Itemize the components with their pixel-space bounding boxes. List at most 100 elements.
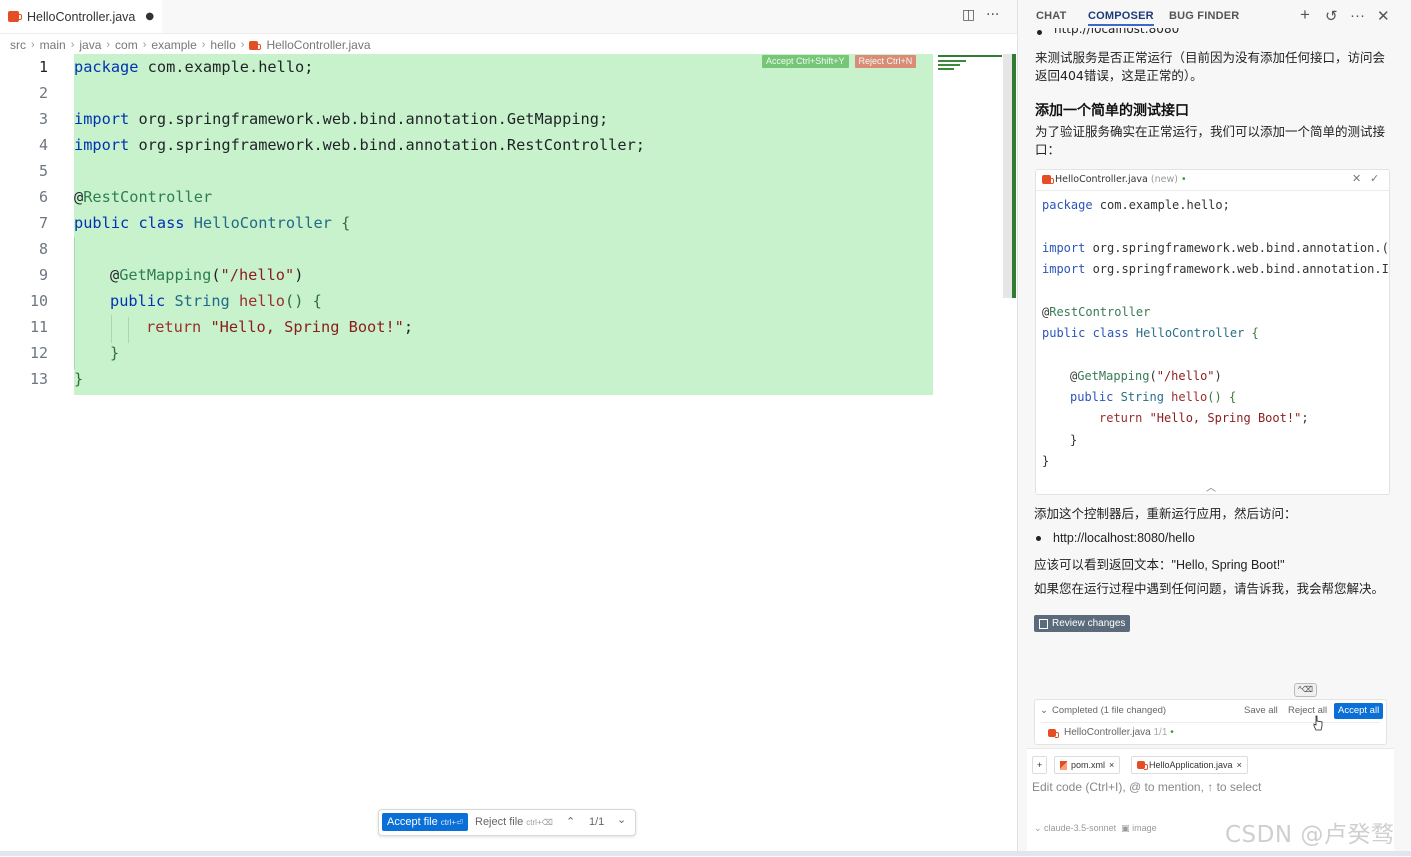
tab-composer[interactable]: COMPOSER: [1088, 10, 1154, 26]
code-text: public class HelloController {: [74, 214, 351, 232]
line-number: 5: [38, 162, 48, 180]
line-number: 6: [38, 188, 48, 206]
tab-chat[interactable]: CHAT: [1036, 10, 1067, 22]
chevron-right-icon: ›: [31, 39, 35, 51]
code-text: }: [74, 370, 84, 388]
chevron-down-icon[interactable]: ⌄: [617, 811, 626, 829]
breadcrumb-item[interactable]: com: [115, 38, 138, 52]
model-selector[interactable]: ⌄ claude-3.5-sonnet ▣ image: [1034, 823, 1157, 834]
shortcut-tooltip: ^⌫: [1294, 683, 1318, 697]
review-icon: [1039, 618, 1048, 629]
code-card-header: HelloController.java (new) • ✕ ✓: [1036, 170, 1389, 191]
collapse-chevron-icon[interactable]: ︿: [1206, 479, 1216, 494]
breadcrumb-item[interactable]: java: [79, 38, 101, 52]
code-text: return "Hello, Spring Boot!";: [146, 318, 414, 336]
image-icon[interactable]: ▣: [1121, 823, 1130, 833]
line-number: 7: [38, 214, 48, 232]
composer-input[interactable]: Edit code (Ctrl+I), @ to mention, ↑ to s…: [1032, 780, 1261, 794]
code-line: 9 @GetMapping("/hello"): [0, 262, 935, 288]
chevron-right-icon: ›: [240, 39, 245, 51]
more-actions-icon[interactable]: ···: [986, 7, 999, 23]
changed-file-item[interactable]: HelloController.java 1/1 •: [1064, 727, 1174, 738]
accept-all-button[interactable]: Accept all: [1334, 703, 1384, 719]
code-text: import org.springframework.web.bind.anno…: [74, 110, 609, 128]
code-line: return "Hello, Spring Boot!";: [1099, 411, 1309, 425]
tab-label: HelloController.java: [27, 9, 136, 24]
plus-icon[interactable]: +: [1300, 5, 1310, 25]
history-icon[interactable]: ↺: [1325, 7, 1338, 25]
paragraph: 应该可以看到返回文本："Hello, Spring Boot!": [1034, 558, 1285, 572]
breadcrumb-item[interactable]: example: [151, 38, 196, 52]
chevron-right-icon: ›: [70, 39, 75, 51]
chip-label: HelloApplication.java: [1149, 760, 1233, 770]
code-line: 10 public String hello() {: [0, 288, 935, 314]
code-line: 6 @RestController: [0, 184, 935, 210]
chevron-right-icon: ›: [142, 39, 147, 51]
code-line: public class HelloController {: [1042, 326, 1259, 340]
split-editor-icon[interactable]: ◫: [962, 7, 975, 23]
add-context-button[interactable]: +: [1032, 756, 1048, 774]
code-text: import org.springframework.web.bind.anno…: [74, 136, 645, 154]
line-number: 12: [29, 344, 48, 362]
line-number: 13: [29, 370, 48, 388]
code-card-filename[interactable]: HelloController.java (new) •: [1055, 174, 1187, 185]
list-item: http://localhost:8080: [1035, 28, 1179, 40]
java-file-icon: [249, 40, 262, 50]
code-line: 12}: [0, 340, 935, 366]
breadcrumb: src › main › java › com › example › hello › He…: [10, 36, 371, 54]
breadcrumb-item[interactable]: main: [40, 38, 66, 52]
code-line: @GetMapping("/hello"): [1070, 369, 1222, 383]
more-icon[interactable]: ···: [1350, 7, 1365, 24]
java-file-icon: [1048, 729, 1059, 738]
reject-file-button[interactable]: Reject file ctrl+⌫: [475, 813, 553, 831]
paragraph: 如果您在运行过程中遇到任何问题，请告诉我，我会帮您解决。: [1034, 582, 1385, 596]
tab-bug-finder[interactable]: BUG FINDER: [1169, 10, 1239, 22]
java-file-icon: [1137, 761, 1148, 770]
breadcrumb-item[interactable]: src: [10, 38, 26, 52]
watermark: CSDN @卢癸骛: [1225, 822, 1395, 848]
accept-check-icon[interactable]: ✓: [1370, 172, 1379, 185]
line-number: 10: [29, 292, 48, 310]
status-bar: [0, 851, 1411, 856]
accept-file-button[interactable]: Accept file ctrl+⏎: [382, 813, 468, 831]
reject-x-icon[interactable]: ✕: [1352, 172, 1361, 185]
change-counter: 1/1: [589, 816, 605, 828]
chip-label: pom.xml: [1071, 760, 1106, 770]
code-line: 5: [0, 158, 935, 184]
xml-file-icon: [1060, 760, 1067, 770]
save-all-button[interactable]: Save all: [1244, 705, 1278, 716]
breadcrumb-item[interactable]: HelloController.java: [266, 38, 370, 52]
divider: [1041, 722, 1380, 723]
editor-tab-hellocontroller[interactable]: HelloController.java ●: [0, 0, 162, 33]
bullet-icon: [1036, 535, 1041, 541]
context-chip-helloapplication[interactable]: HelloApplication.java ×: [1131, 756, 1248, 774]
line-number: 9: [38, 266, 48, 284]
close-icon[interactable]: ✕: [1377, 7, 1390, 25]
bullet-icon: [1037, 29, 1042, 35]
collapse-chevron-icon[interactable]: ⌄: [1040, 705, 1048, 716]
context-chip-pom[interactable]: pom.xml ×: [1054, 756, 1121, 774]
mouse-pointer-icon: [1313, 715, 1323, 731]
url-link[interactable]: http://localhost:8080/hello: [1053, 531, 1195, 545]
line-number: 3: [38, 110, 48, 128]
review-changes-button[interactable]: Review changes: [1034, 615, 1131, 632]
code-text: public String hello() {: [110, 292, 322, 310]
changes-status-card: ⌄ Completed (1 file changed) Save all Re…: [1034, 699, 1387, 745]
close-icon[interactable]: ×: [1109, 757, 1114, 773]
unsaved-dot-icon[interactable]: ●: [145, 11, 154, 22]
code-line: import org.springframework.web.bind.anno…: [1042, 241, 1389, 255]
diff-indicator-bar: [1012, 54, 1016, 298]
minimap[interactable]: [938, 54, 1003, 74]
line-number: 8: [38, 240, 48, 258]
code-line: package com.example.hello;: [1042, 198, 1230, 212]
url-link[interactable]: http://localhost:8080: [1054, 28, 1179, 36]
code-text: }: [110, 344, 120, 362]
java-file-icon: [8, 11, 22, 22]
paragraph: 添加这个控制器后，重新运行应用，然后访问：: [1034, 507, 1297, 521]
breadcrumb-item[interactable]: hello: [210, 38, 235, 52]
chevron-up-icon[interactable]: ⌃: [566, 813, 575, 831]
java-file-icon: [1042, 175, 1054, 184]
close-icon[interactable]: ×: [1237, 757, 1242, 773]
paragraph: 为了验证服务确实在正常运行，我们可以添加一个简单的测试接口：: [1035, 124, 1386, 157]
code-block-card: HelloController.java (new) • ✕ ✓ package…: [1035, 169, 1390, 495]
